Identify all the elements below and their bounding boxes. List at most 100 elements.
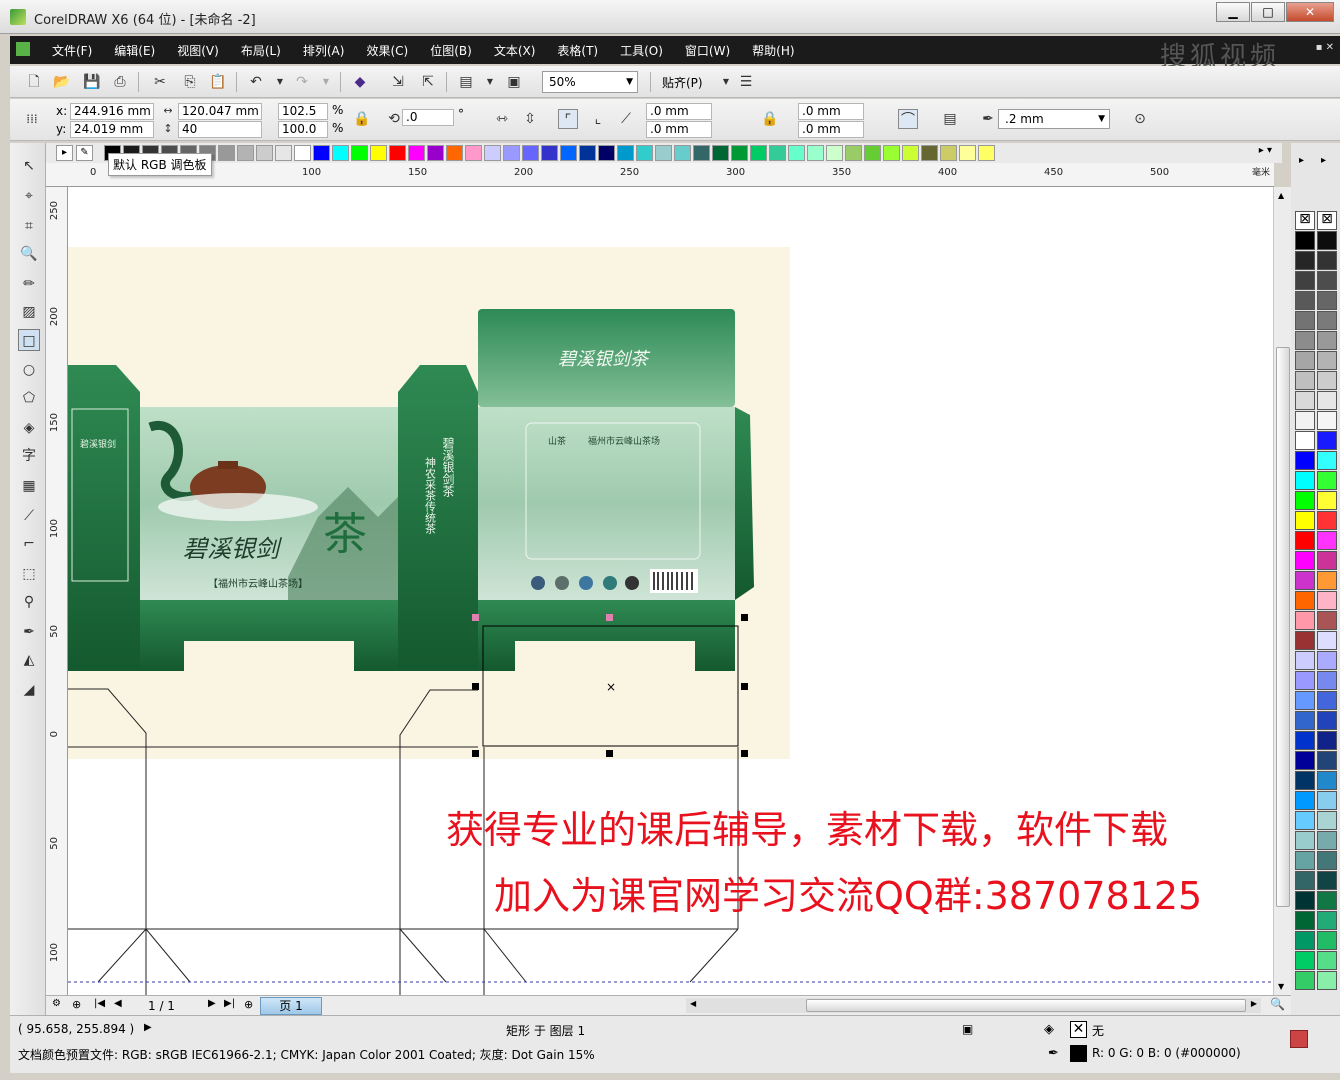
zoom-level-select[interactable]: 50% ▼ bbox=[542, 71, 638, 93]
color-swatch[interactable] bbox=[1317, 511, 1337, 530]
color-swatch[interactable] bbox=[1295, 511, 1315, 530]
application-launcher-icon[interactable]: ▤ bbox=[456, 72, 476, 92]
menu-item[interactable]: 排列(A) bbox=[303, 42, 345, 59]
color-swatch[interactable] bbox=[1317, 691, 1337, 710]
color-swatch[interactable] bbox=[1295, 311, 1315, 330]
color-swatch[interactable] bbox=[1317, 251, 1337, 270]
color-swatch[interactable] bbox=[1317, 791, 1337, 810]
connector-tool-icon[interactable]: ⌐ bbox=[18, 533, 40, 555]
color-swatch[interactable] bbox=[1295, 491, 1315, 510]
launcher-dropdown-icon[interactable]: ▼ bbox=[480, 72, 500, 92]
page-tab[interactable]: 页 1 bbox=[260, 997, 322, 1015]
scroll-right-icon[interactable]: ▶ bbox=[1251, 999, 1257, 1008]
convert-to-curves-icon[interactable]: ⊙ bbox=[1130, 109, 1150, 129]
color-swatch[interactable] bbox=[1317, 431, 1337, 450]
color-swatch[interactable] bbox=[1295, 931, 1315, 950]
color-swatch[interactable] bbox=[769, 145, 786, 161]
color-swatch[interactable] bbox=[655, 145, 672, 161]
color-swatch[interactable] bbox=[598, 145, 615, 161]
color-swatch[interactable] bbox=[1317, 891, 1337, 910]
color-swatch[interactable] bbox=[1295, 591, 1315, 610]
vertical-scroll-thumb[interactable] bbox=[1276, 347, 1290, 907]
menu-item[interactable]: 窗口(W) bbox=[685, 42, 730, 59]
color-swatch[interactable] bbox=[1317, 371, 1337, 390]
no-fill-swatch-icon[interactable]: ✕ bbox=[1070, 1021, 1087, 1038]
color-swatch[interactable] bbox=[1317, 931, 1337, 950]
color-swatch[interactable] bbox=[1317, 491, 1337, 510]
color-swatch[interactable] bbox=[693, 145, 710, 161]
color-swatch[interactable] bbox=[1317, 531, 1337, 550]
color-swatch[interactable] bbox=[1317, 871, 1337, 890]
next-page-icon[interactable]: ▶ bbox=[208, 998, 216, 1009]
color-swatch[interactable] bbox=[1295, 871, 1315, 890]
pick-tool-icon[interactable]: ↖ bbox=[18, 155, 40, 177]
menu-item[interactable]: 文本(X) bbox=[494, 42, 536, 59]
corner-radius-bottom-right-field[interactable]: .0 mm bbox=[798, 121, 864, 138]
color-swatch[interactable] bbox=[959, 145, 976, 161]
color-swatch[interactable] bbox=[1317, 611, 1337, 630]
interactive-fill-icon[interactable]: ◢ bbox=[18, 679, 40, 701]
color-swatch[interactable] bbox=[1317, 411, 1337, 430]
color-swatch[interactable] bbox=[218, 145, 235, 161]
color-swatch[interactable] bbox=[1295, 891, 1315, 910]
lock-corners-icon[interactable]: 🔒 bbox=[760, 109, 780, 129]
eyedropper-tool-icon[interactable]: ⚲ bbox=[18, 591, 40, 613]
color-swatch[interactable] bbox=[1317, 811, 1337, 830]
color-swatch[interactable] bbox=[845, 145, 862, 161]
color-swatch[interactable] bbox=[826, 145, 843, 161]
horizontal-scrollbar[interactable]: ◀ ▶ bbox=[686, 998, 1261, 1013]
color-swatch[interactable] bbox=[864, 145, 881, 161]
color-swatch[interactable] bbox=[503, 145, 520, 161]
status-expand-icon[interactable]: ▶ bbox=[144, 1022, 152, 1033]
corner-radius-top-left-field[interactable]: .0 mm bbox=[646, 103, 712, 120]
drawing-canvas[interactable]: 碧溪银剑 碧溪银剑 茶 【福州市云峰山茶场】 碧溪银剑茶 神农采茶传统茶 碧溪银… bbox=[68, 187, 1273, 995]
lock-ratio-icon[interactable]: 🔒 bbox=[352, 109, 372, 129]
document-window-controls-icon[interactable]: ▪ ✕ bbox=[1316, 42, 1334, 53]
color-swatch[interactable] bbox=[883, 145, 900, 161]
color-swatch[interactable] bbox=[1295, 771, 1315, 790]
color-swatch[interactable] bbox=[1317, 471, 1337, 490]
color-swatch[interactable] bbox=[313, 145, 330, 161]
color-swatch[interactable] bbox=[484, 145, 501, 161]
menu-item[interactable]: 布局(L) bbox=[241, 42, 281, 59]
add-page-after-icon[interactable]: ⊕ bbox=[244, 998, 253, 1011]
color-swatch[interactable] bbox=[1295, 251, 1315, 270]
color-swatch[interactable] bbox=[1295, 271, 1315, 290]
no-color-swatch-icon[interactable]: ⊠ bbox=[1295, 211, 1315, 230]
color-swatch[interactable] bbox=[332, 145, 349, 161]
welcome-screen-icon[interactable]: ▣ bbox=[504, 72, 524, 92]
color-swatch[interactable] bbox=[1317, 231, 1337, 250]
snap-dropdown-icon[interactable]: ▼ bbox=[716, 72, 736, 92]
menu-item[interactable]: 表格(T) bbox=[557, 42, 598, 59]
rectangle-tool-icon[interactable]: □ bbox=[18, 329, 40, 351]
zoom-navigator-icon[interactable]: 🔍 bbox=[1270, 997, 1285, 1011]
chamfered-corner-icon[interactable]: ⟋ bbox=[616, 109, 636, 129]
y-position-field[interactable]: 24.019 mm bbox=[70, 121, 154, 138]
round-corner-icon[interactable]: ⌜ bbox=[558, 109, 578, 129]
basic-shapes-icon[interactable]: ◈ bbox=[18, 417, 40, 439]
color-swatch[interactable] bbox=[1295, 391, 1315, 410]
snap-to-button[interactable]: 贴齐(P) bbox=[662, 74, 703, 91]
color-swatch[interactable] bbox=[1317, 951, 1337, 970]
color-swatch[interactable] bbox=[1317, 591, 1337, 610]
scroll-up-icon[interactable]: ▲ bbox=[1278, 191, 1284, 200]
outline-tool-icon[interactable]: ✒ bbox=[18, 621, 40, 643]
open-icon[interactable]: 📂 bbox=[52, 72, 72, 92]
color-swatch[interactable] bbox=[1317, 391, 1337, 410]
mirror-vertical-icon[interactable]: ⇳ bbox=[520, 109, 540, 129]
color-swatch[interactable] bbox=[1317, 911, 1337, 930]
copy-icon[interactable]: ⎘ bbox=[180, 72, 200, 92]
color-swatch[interactable] bbox=[275, 145, 292, 161]
color-swatch[interactable] bbox=[427, 145, 444, 161]
color-swatch[interactable] bbox=[351, 145, 368, 161]
color-swatch[interactable] bbox=[1295, 431, 1315, 450]
cut-icon[interactable]: ✂ bbox=[150, 72, 170, 92]
color-swatch[interactable] bbox=[1317, 731, 1337, 750]
scale-height-field[interactable]: 100.0 bbox=[278, 121, 328, 138]
color-swatch[interactable] bbox=[541, 145, 558, 161]
color-swatch[interactable] bbox=[1317, 331, 1337, 350]
color-swatch[interactable] bbox=[1295, 851, 1315, 870]
color-swatch[interactable] bbox=[522, 145, 539, 161]
color-swatch[interactable] bbox=[1295, 951, 1315, 970]
color-swatch[interactable] bbox=[978, 145, 995, 161]
